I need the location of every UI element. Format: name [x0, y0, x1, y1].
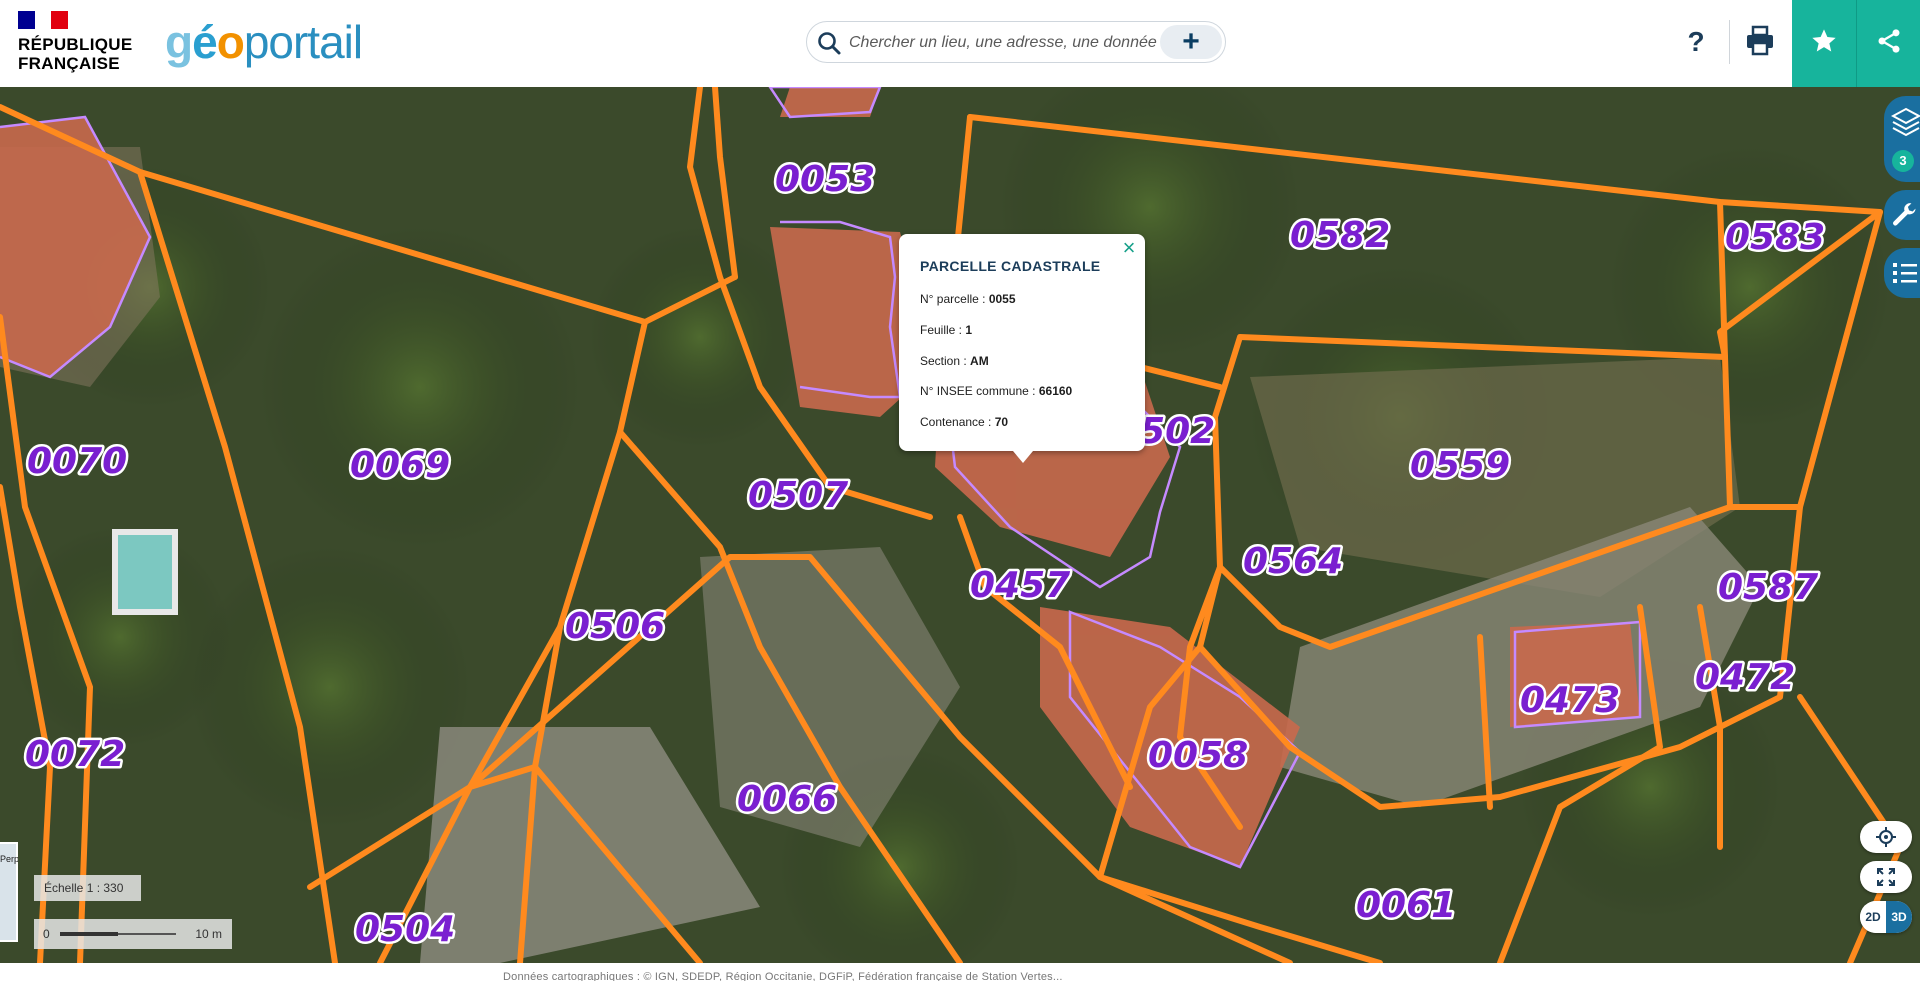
popup-row-parcelle: N° parcelle : 0055 [920, 292, 1016, 306]
logo-o: o [216, 16, 245, 68]
footer: Données cartographiques : © IGN, SDEDP, … [0, 963, 1920, 981]
parcel-label: 0507 [748, 475, 848, 516]
parcel-label: 0457 [970, 565, 1070, 606]
swimming-pool [112, 529, 178, 615]
parcel-label: 0066 [737, 779, 837, 820]
map-view[interactable]: 0053 0582 0583 0070 0069 0055 0502 0559 … [0, 87, 1920, 963]
parcel-label: 0587 [1718, 567, 1818, 608]
share-icon [1878, 29, 1900, 53]
minimap-label: Perpig [0, 854, 18, 864]
aerial-map-canvas[interactable]: 0053 0582 0583 0070 0069 0055 0502 0559 … [0, 87, 1920, 963]
row-label: N° parcelle : [920, 292, 989, 306]
popup-row-section: Section : AM [920, 354, 989, 368]
row-label: Feuille : [920, 323, 966, 337]
star-icon [1812, 29, 1836, 52]
popup-title: PARCELLE CADASTRALE [920, 258, 1101, 274]
parcel-label: 0070 [27, 441, 127, 482]
popup-row-contenance: Contenance : 70 [920, 415, 1008, 429]
search-box[interactable]: + [806, 21, 1226, 63]
row-label: Section : [920, 354, 971, 368]
parcel-label: 0072 [25, 734, 125, 775]
close-icon[interactable]: × [1119, 237, 1139, 259]
scale-ratio: Échelle 1 : 330 [34, 875, 141, 901]
search-icon[interactable] [816, 30, 842, 56]
favorites-button[interactable] [1792, 0, 1856, 87]
expand-icon [1877, 868, 1895, 886]
parcel-label: 0504 [355, 909, 455, 950]
scale-line-fill [60, 932, 118, 936]
row-value: 66160 [1038, 384, 1073, 398]
parcel-label: 0058 [1148, 735, 1248, 776]
parcel-info-popup: × PARCELLE CADASTRALE N° parcelle : 0055… [899, 234, 1145, 463]
scale-zero: 0 [43, 927, 50, 941]
layers-count-badge: 3 [1892, 150, 1914, 172]
row-label: N° INSEE commune : [920, 384, 1039, 398]
rf-line-2: FRANÇAISE [18, 54, 120, 73]
toggle-2d[interactable]: 2D [1860, 901, 1886, 933]
parcel-label: 0506 [565, 606, 665, 647]
advanced-search-button[interactable]: + [1160, 25, 1222, 59]
parcel-label: 0564 [1243, 541, 1343, 582]
row-value: 1 [965, 323, 973, 337]
layers-icon [1891, 107, 1920, 137]
crosshair-icon [1876, 827, 1896, 847]
fullscreen-button[interactable] [1860, 861, 1912, 893]
popup-row-insee: N° INSEE commune : 66160 [920, 384, 1072, 398]
scale-distance: 10 m [195, 927, 222, 941]
republique-francaise-logo[interactable]: RÉPUBLIQUE FRANÇAISE [18, 11, 143, 73]
parcel-label: 0473 [1520, 680, 1620, 721]
parcel-label: 0069 [350, 445, 450, 486]
parcel-label: 0061 [1356, 885, 1456, 926]
logo-g: g [165, 16, 193, 68]
geoportail-logo[interactable]: géoportail [165, 14, 363, 70]
scale-bar: 0 10 m [34, 919, 232, 949]
logo-portail: portail [243, 16, 363, 68]
help-button[interactable]: ? [1680, 22, 1712, 62]
row-label: Contenance : [920, 415, 995, 429]
row-value: 70 [994, 415, 1009, 429]
print-icon[interactable] [1745, 24, 1775, 58]
row-value: 0055 [988, 292, 1016, 306]
marianne-flag-icon [18, 11, 69, 29]
tools-button[interactable] [1884, 190, 1920, 240]
overview-minimap[interactable]: Perpig [0, 842, 18, 942]
header-divider [1729, 20, 1730, 64]
wrench-icon [1893, 203, 1916, 226]
parcel-label: 0582 [1290, 215, 1390, 256]
legend-button[interactable] [1884, 248, 1920, 298]
popup-row-feuille: Feuille : 1 [920, 323, 972, 337]
locate-button[interactable] [1860, 821, 1912, 853]
parcel-label: 0559 [1410, 445, 1510, 486]
list-icon [1893, 263, 1917, 283]
header: RÉPUBLIQUE FRANÇAISE géoportail + ? [0, 0, 1920, 87]
parcel-label: 0583 [1725, 217, 1825, 258]
rf-line-1: RÉPUBLIQUE [18, 35, 133, 54]
parcel-label: 0053 [775, 159, 875, 200]
map-attribution[interactable]: Données cartographiques : © IGN, SDEDP, … [503, 971, 1063, 981]
search-input[interactable] [847, 28, 1171, 58]
share-button[interactable] [1856, 0, 1920, 87]
logo-e: é [192, 16, 218, 68]
layers-button[interactable]: 3 [1884, 96, 1920, 182]
row-value: AM [970, 354, 989, 368]
2d-3d-toggle[interactable]: 2D 3D [1860, 901, 1912, 933]
parcel-label: 0472 [1695, 657, 1795, 698]
